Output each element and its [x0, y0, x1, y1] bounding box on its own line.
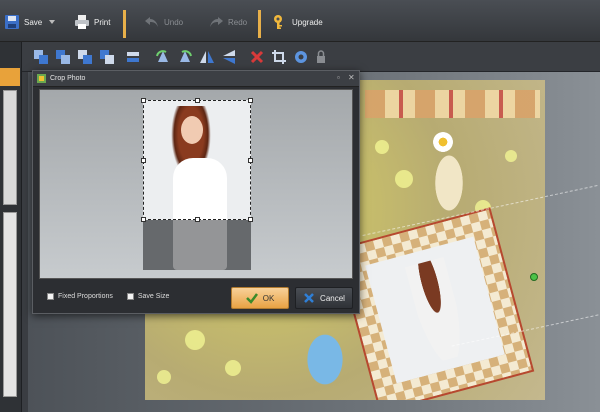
rotate-right-icon [180, 50, 192, 62]
save-dropdown[interactable] [48, 8, 56, 36]
cancel-label: Cancel [320, 293, 345, 303]
bokeh-dot [157, 370, 171, 384]
bokeh-dot [185, 330, 205, 350]
fixed-proportions-label: Fixed Proportions [58, 293, 113, 300]
checkmark-icon [245, 293, 258, 304]
save-size-label: Save Size [137, 293, 170, 300]
toolbar-divider [123, 10, 126, 38]
flip-horizontal-icon [200, 51, 214, 63]
flip-vertical-icon [223, 50, 235, 64]
bring-front-icon [34, 50, 48, 64]
lock-button[interactable] [312, 48, 330, 66]
save-button[interactable]: Save [4, 8, 42, 36]
redo-label: Redo [228, 17, 248, 27]
save-label: Save [24, 17, 43, 27]
main-toolbar: Save Print Undo Redo Upgrade [0, 0, 600, 42]
key-icon [274, 15, 282, 29]
checkbox-box[interactable] [126, 293, 134, 300]
crop-button[interactable] [270, 48, 288, 66]
x-icon [304, 293, 314, 303]
checkbox-box[interactable] [47, 293, 54, 300]
rotate-left-icon [156, 50, 168, 62]
send-backward-icon [78, 50, 92, 64]
upgrade-button[interactable]: Upgrade [272, 8, 323, 36]
daisy-sticker[interactable] [433, 132, 453, 152]
redo-button[interactable]: Redo [208, 8, 247, 36]
toolbar-divider [258, 10, 261, 38]
bring-forward-icon [56, 50, 70, 64]
flip-vertical-button[interactable] [220, 48, 238, 66]
crop-handle-right[interactable] [248, 158, 253, 163]
save-size-checkbox[interactable]: Save Size [126, 293, 170, 300]
fixed-proportions-checkbox[interactable]: Fixed Proportions [47, 293, 113, 300]
send-backward-button[interactable] [76, 48, 94, 66]
align-icon [127, 52, 139, 62]
crop-photo-icon [37, 74, 46, 83]
undo-button[interactable]: Undo [144, 8, 183, 36]
redo-arrow-icon [210, 17, 223, 27]
ok-label: OK [262, 293, 275, 303]
send-back-button[interactable] [98, 48, 116, 66]
crop-icon [272, 50, 286, 64]
rotate-right-button[interactable] [176, 48, 194, 66]
settings-button[interactable] [292, 48, 310, 66]
close-icon[interactable]: ✕ [348, 73, 355, 82]
bokeh-dot [225, 360, 241, 376]
print-button[interactable]: Print [74, 8, 110, 36]
printer-icon [75, 15, 89, 29]
left-panel-scrollbar[interactable] [3, 90, 17, 205]
align-button[interactable] [124, 48, 142, 66]
bokeh-dot [395, 170, 413, 188]
undo-arrow-icon [145, 17, 158, 27]
chevron-down-icon [49, 20, 55, 24]
delete-button[interactable] [248, 48, 266, 66]
upgrade-label: Upgrade [292, 17, 323, 27]
crop-photo-dialog: Crop Photo ▫ ✕ Fixed Proportions Save Si… [32, 70, 360, 314]
teddy-border-strip[interactable] [365, 90, 540, 118]
cropped-out-region [143, 220, 251, 270]
floppy-icon [5, 15, 19, 29]
delete-icon [250, 50, 264, 64]
framed-girl [404, 256, 470, 364]
crop-handle-top-left[interactable] [141, 98, 146, 103]
print-label: Print [94, 17, 111, 27]
crop-handle-bottom[interactable] [195, 217, 200, 222]
crop-handle-left[interactable] [141, 158, 146, 163]
crop-handle-bottom-right[interactable] [248, 217, 253, 222]
rotate-left-button[interactable] [154, 48, 172, 66]
rotate-handle[interactable] [530, 273, 538, 281]
crop-handle-top-right[interactable] [248, 98, 253, 103]
bring-front-button[interactable] [32, 48, 50, 66]
left-panel-scrollbar-lower[interactable] [3, 212, 17, 397]
crop-handle-top[interactable] [195, 98, 200, 103]
send-back-icon [100, 50, 114, 64]
ok-button[interactable]: OK [231, 287, 289, 309]
girl-cat-sticker[interactable] [290, 310, 360, 400]
gear-icon [295, 51, 307, 63]
bokeh-dot [505, 150, 517, 162]
crop-handle-bottom-left[interactable] [141, 217, 146, 222]
dialog-titlebar[interactable]: Crop Photo ▫ ✕ [33, 71, 359, 87]
bokeh-dot [375, 140, 389, 154]
lock-icon [317, 50, 325, 63]
crop-options: Fixed Proportions Save Size [47, 293, 169, 300]
crop-preview-area [39, 89, 353, 279]
flip-horizontal-button[interactable] [198, 48, 216, 66]
left-panel [0, 42, 22, 412]
left-panel-tab[interactable] [0, 68, 20, 86]
maximize-icon[interactable]: ▫ [337, 73, 340, 82]
edit-toolbar [22, 42, 600, 72]
bring-forward-button[interactable] [54, 48, 72, 66]
framed-photo[interactable] [365, 236, 505, 384]
undo-label: Undo [164, 17, 184, 27]
crop-rectangle[interactable] [141, 98, 253, 222]
quilt-photo-frame[interactable] [335, 207, 535, 400]
dialog-title: Crop Photo [50, 75, 86, 82]
cancel-button[interactable]: Cancel [295, 287, 353, 309]
